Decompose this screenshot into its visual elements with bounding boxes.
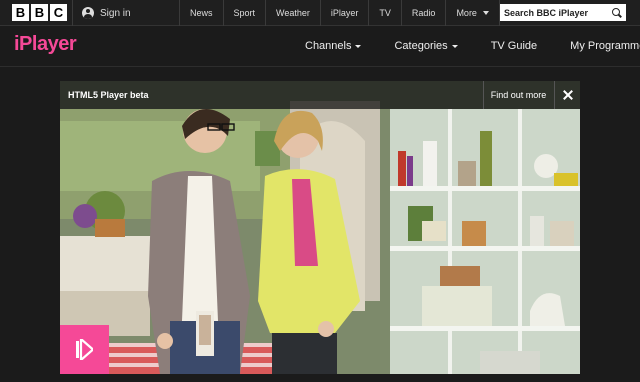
divider bbox=[72, 0, 73, 26]
global-nav-tv[interactable]: TV bbox=[368, 0, 401, 26]
chevron-down-icon bbox=[355, 44, 362, 48]
global-nav-more[interactable]: More bbox=[445, 0, 500, 26]
global-nav-weather[interactable]: Weather bbox=[265, 0, 320, 26]
iplayer-header: iPlayer Channels Categories TV Guide My … bbox=[0, 27, 640, 67]
sign-in-link[interactable]: Sign in bbox=[82, 0, 131, 26]
nav-my-programmes[interactable]: My Programmes bbox=[570, 40, 640, 52]
chevron-down-icon bbox=[482, 11, 489, 15]
play-button[interactable] bbox=[60, 325, 109, 374]
chevron-down-icon bbox=[451, 44, 458, 48]
bbc-logo[interactable]: B B C bbox=[12, 4, 67, 21]
global-nav-news[interactable]: News bbox=[179, 0, 223, 26]
bbc-logo-letter: B bbox=[31, 4, 48, 21]
global-nav-radio[interactable]: Radio bbox=[400, 0, 446, 26]
iplayer-logo[interactable]: iPlayer bbox=[14, 33, 77, 56]
bbc-logo-letter: C bbox=[50, 4, 67, 21]
global-nav-sport[interactable]: Sport bbox=[222, 0, 266, 26]
player-banner-title: HTML5 Player beta bbox=[68, 90, 149, 100]
search-box[interactable]: Search BBC iPlayer bbox=[500, 4, 626, 21]
bbc-logo-letter: B bbox=[12, 4, 29, 21]
user-icon bbox=[82, 7, 94, 19]
search-icon[interactable] bbox=[612, 7, 622, 18]
global-nav-iplayer[interactable]: iPlayer bbox=[319, 0, 369, 26]
more-label: More bbox=[456, 8, 477, 18]
close-icon[interactable] bbox=[554, 81, 580, 109]
iplayer-play-icon bbox=[76, 339, 93, 360]
find-out-more-link[interactable]: Find out more bbox=[483, 81, 553, 109]
player-banner: HTML5 Player beta Find out more bbox=[60, 81, 580, 109]
global-nav: News Sport Weather iPlayer TV Radio More bbox=[179, 0, 500, 26]
video-player[interactable]: HTML5 Player beta Find out more bbox=[60, 81, 580, 374]
nav-channels[interactable]: Channels bbox=[305, 40, 362, 52]
nav-tv-guide[interactable]: TV Guide bbox=[491, 40, 537, 52]
bbc-global-bar: B B C Sign in News Sport Weather iPlayer… bbox=[0, 0, 640, 26]
nav-categories[interactable]: Categories bbox=[394, 40, 458, 52]
sign-in-label: Sign in bbox=[100, 7, 131, 19]
iplayer-nav: Channels Categories TV Guide My Programm… bbox=[305, 27, 640, 65]
nav-channels-label: Channels bbox=[305, 40, 352, 52]
search-placeholder: Search BBC iPlayer bbox=[504, 7, 589, 18]
video-frame bbox=[60, 81, 580, 374]
nav-categories-label: Categories bbox=[394, 40, 448, 52]
